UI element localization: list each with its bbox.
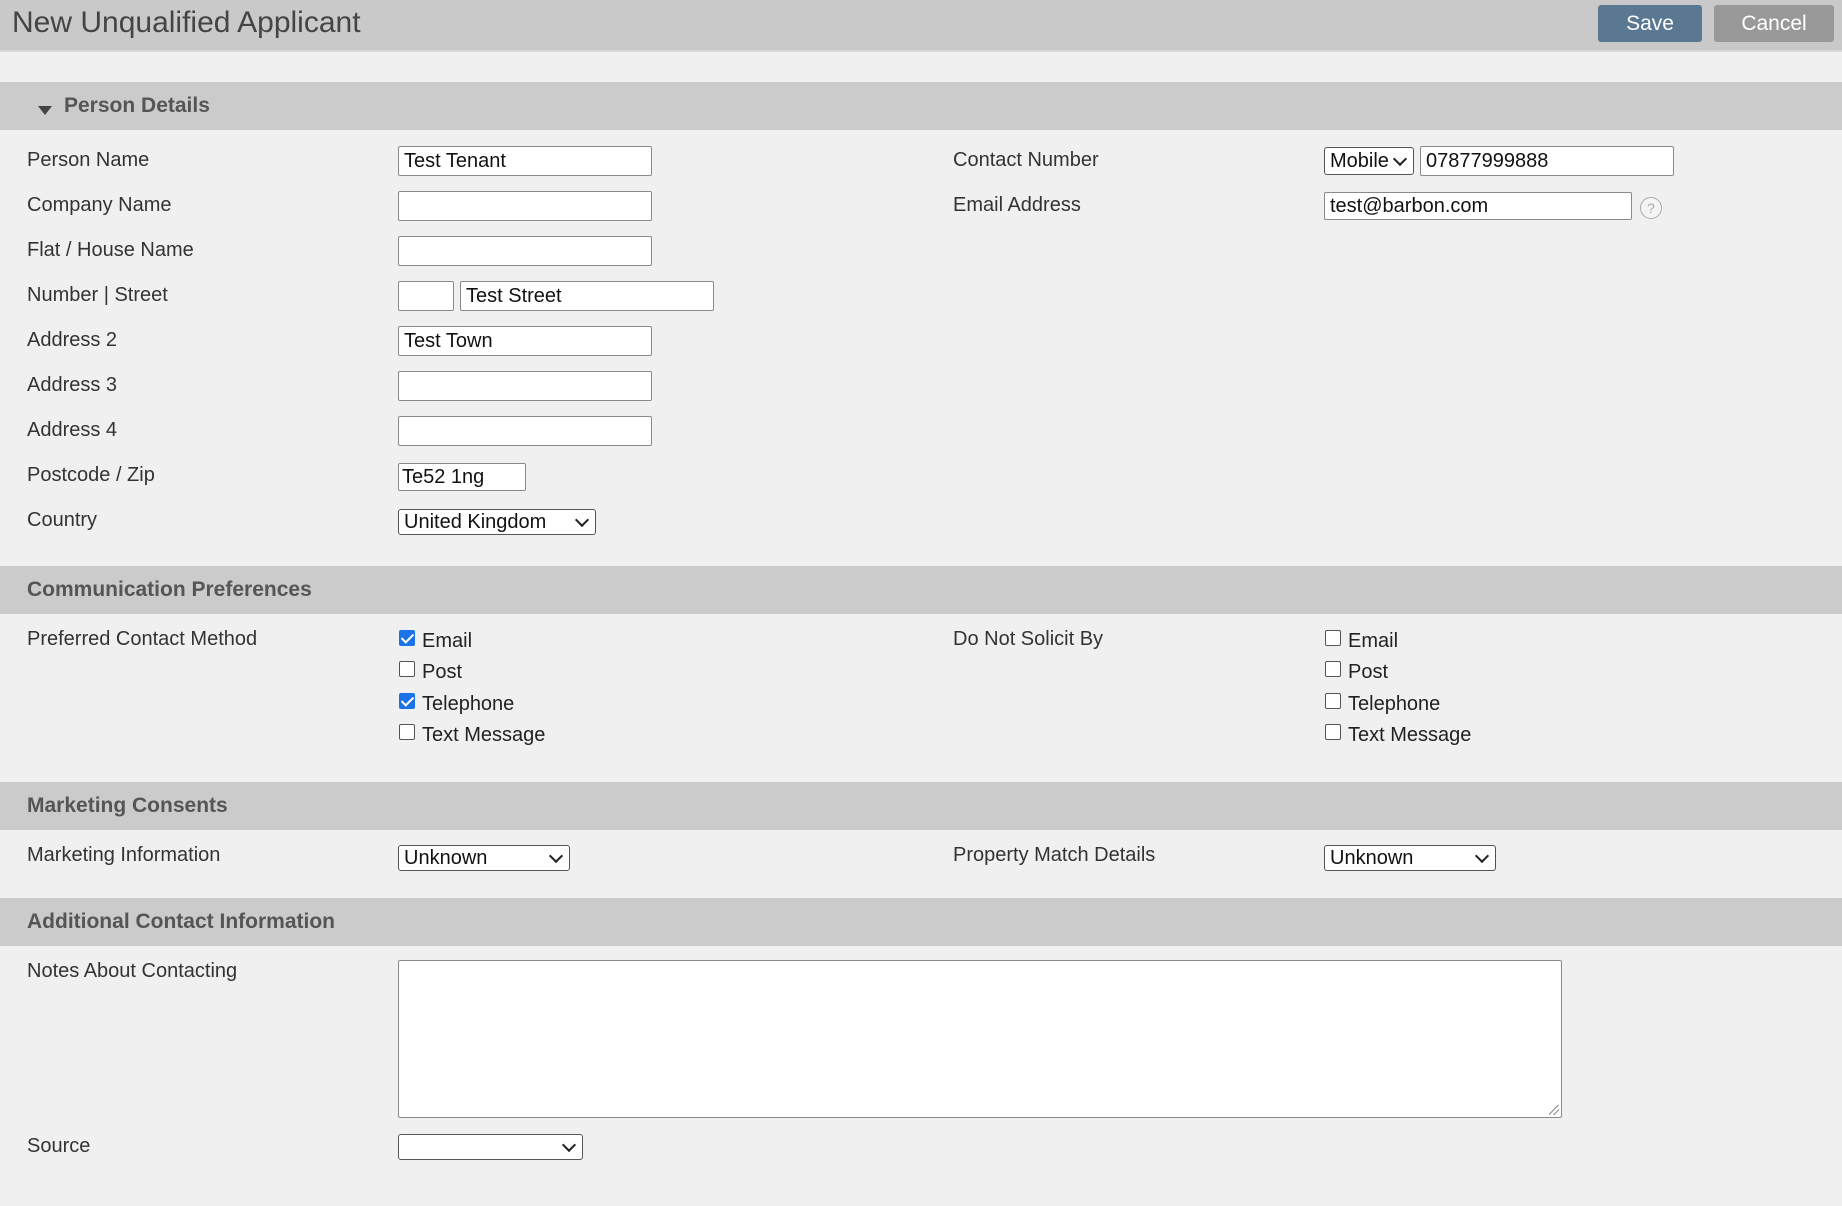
person-name-input[interactable]: Test Tenant — [398, 146, 652, 176]
section-header-additional: Additional Contact Information — [0, 898, 1842, 946]
company-name-input[interactable] — [398, 191, 652, 221]
do-not-solicit-label: Do Not Solicit By — [953, 628, 1104, 650]
contact-number-label: Contact Number — [953, 149, 1099, 171]
chevron-down-icon — [574, 512, 590, 528]
help-icon[interactable]: ? — [1640, 197, 1662, 219]
marketing-information-label: Marketing Information — [27, 844, 221, 866]
street-number-input[interactable] — [398, 281, 454, 311]
preferred-telephone-label: Telephone — [422, 693, 515, 715]
section-title: Marketing Consents — [27, 794, 228, 817]
source-select[interactable] — [398, 1134, 583, 1160]
email-address-label: Email Address — [953, 194, 1081, 216]
flat-house-name-input[interactable] — [398, 236, 652, 266]
marketing-information-value: Unknown — [404, 847, 488, 869]
contact-type-value: Mobile — [1330, 150, 1389, 172]
cancel-button[interactable]: Cancel — [1714, 5, 1834, 42]
country-label: Country — [27, 509, 98, 531]
chevron-down-icon — [1474, 848, 1490, 864]
contact-type-select[interactable]: Mobile — [1324, 147, 1414, 175]
dns-post-label: Post — [1348, 661, 1389, 683]
dns-email-label: Email — [1348, 630, 1399, 652]
resize-grip-icon[interactable] — [1549, 1105, 1559, 1115]
dns-email-checkbox[interactable] — [1325, 630, 1341, 646]
country-select[interactable]: United Kingdom — [398, 509, 596, 535]
person-name-label: Person Name — [27, 149, 150, 171]
section-header-communication: Communication Preferences — [0, 566, 1842, 614]
flat-house-name-label: Flat / House Name — [27, 239, 194, 261]
company-name-label: Company Name — [27, 194, 172, 216]
section-title: Communication Preferences — [27, 578, 312, 601]
dns-post-checkbox[interactable] — [1325, 661, 1341, 677]
page-title: New Unqualified Applicant — [12, 6, 361, 39]
dns-text-message-checkbox[interactable] — [1325, 724, 1341, 740]
property-match-label: Property Match Details — [953, 844, 1156, 866]
preferred-email-label: Email — [422, 630, 473, 652]
preferred-text-message-label: Text Message — [422, 724, 546, 746]
address2-input[interactable]: Test Town — [398, 326, 652, 356]
email-address-input[interactable]: test@barbon.com — [1324, 192, 1632, 220]
address4-label: Address 4 — [27, 419, 118, 441]
property-match-value: Unknown — [1330, 847, 1414, 869]
preferred-post-label: Post — [422, 661, 463, 683]
notes-about-contacting-label: Notes About Contacting — [27, 960, 238, 982]
address3-input[interactable] — [398, 371, 652, 401]
contact-number-input[interactable]: 07877999888 — [1420, 146, 1674, 176]
preferred-text-message-checkbox[interactable] — [399, 724, 415, 740]
section-title: Person Details — [64, 94, 210, 117]
preferred-telephone-checkbox[interactable] — [399, 693, 415, 709]
title-bar: New Unqualified Applicant Save Cancel — [0, 0, 1842, 52]
dns-text-message-label: Text Message — [1348, 724, 1472, 746]
property-match-select[interactable]: Unknown — [1324, 845, 1496, 871]
caret-down-icon[interactable] — [38, 106, 52, 115]
chevron-down-icon — [548, 848, 564, 864]
source-label: Source — [27, 1135, 91, 1157]
postcode-input[interactable]: Te52 1ng — [398, 463, 526, 491]
chevron-down-icon — [1392, 151, 1408, 167]
country-select-value: United Kingdom — [404, 511, 547, 533]
notes-about-contacting-textarea[interactable] — [398, 960, 1562, 1118]
section-title: Additional Contact Information — [27, 910, 335, 933]
chevron-down-icon — [561, 1137, 577, 1153]
preferred-post-checkbox[interactable] — [399, 661, 415, 677]
save-button[interactable]: Save — [1598, 5, 1702, 42]
dns-telephone-label: Telephone — [1348, 693, 1441, 715]
preferred-contact-label: Preferred Contact Method — [27, 628, 258, 650]
street-name-input[interactable]: Test Street — [460, 281, 714, 311]
dns-telephone-checkbox[interactable] — [1325, 693, 1341, 709]
address3-label: Address 3 — [27, 374, 118, 396]
section-header-marketing: Marketing Consents — [0, 782, 1842, 830]
postcode-label: Postcode / Zip — [27, 464, 155, 486]
preferred-email-checkbox[interactable] — [399, 630, 415, 646]
marketing-information-select[interactable]: Unknown — [398, 845, 570, 871]
section-header-person-details[interactable]: Person Details — [0, 82, 1842, 130]
address2-label: Address 2 — [27, 329, 118, 351]
address4-input[interactable] — [398, 416, 652, 446]
number-street-label: Number | Street — [27, 284, 168, 306]
